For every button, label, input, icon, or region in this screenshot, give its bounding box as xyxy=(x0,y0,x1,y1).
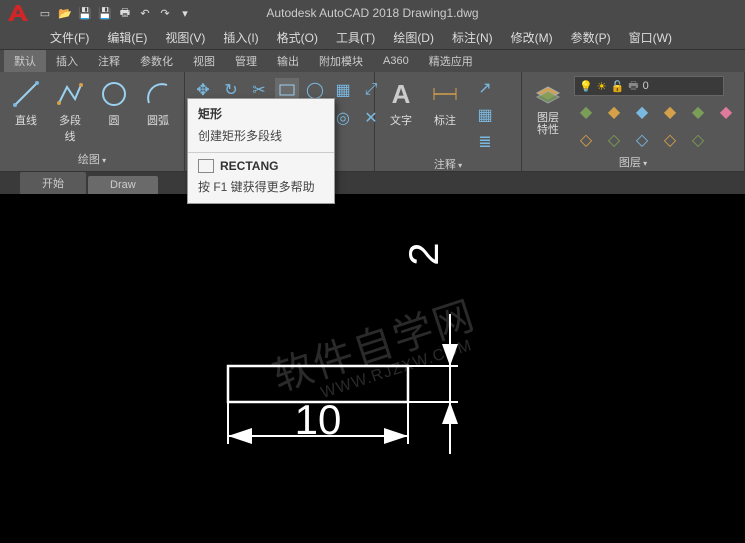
line-label: 直线 xyxy=(15,112,37,128)
ribbon-tab-output[interactable]: 输出 xyxy=(267,50,309,72)
polyline-label: 多段线 xyxy=(54,112,86,144)
drawing-svg: 10 2 xyxy=(0,194,745,543)
tool-line[interactable]: 直线 xyxy=(6,76,46,130)
panel-draw: 直线 多段线 圆 圆弧 绘图 xyxy=(0,72,185,171)
circle-label: 圆 xyxy=(109,112,120,128)
bulb-icon: 💡 xyxy=(579,80,593,93)
layer-prev-icon[interactable]: ◆ xyxy=(714,100,738,124)
menu-window[interactable]: 窗口(W) xyxy=(629,29,672,46)
menu-insert[interactable]: 插入(I) xyxy=(223,29,258,46)
lock-icon: 🔓 xyxy=(611,80,625,93)
panel-layers: 图层 特性 💡 ☀ 🔓 🖶 0 ◆ ◆ ◆ ◆ ◆ xyxy=(522,72,745,171)
qat-new-icon[interactable]: ▭ xyxy=(36,4,54,22)
menu-format[interactable]: 格式(O) xyxy=(277,29,318,46)
arc-label: 圆弧 xyxy=(147,112,169,128)
panel-annotate-label[interactable]: 注释 xyxy=(381,154,515,174)
menu-file[interactable]: 文件(F) xyxy=(50,29,89,46)
layer-unlock-icon[interactable]: ◇ xyxy=(630,128,654,152)
window-title: Autodesk AutoCAD 2018 Drawing1.dwg xyxy=(266,6,478,20)
app-logo[interactable] xyxy=(4,2,32,24)
menu-modify[interactable]: 修改(M) xyxy=(511,29,553,46)
ribbon-tab-addins[interactable]: 附加模块 xyxy=(309,50,373,72)
menu-params[interactable]: 参数(P) xyxy=(571,29,611,46)
table-icon[interactable]: ▦ xyxy=(473,103,497,127)
tool-arc[interactable]: 圆弧 xyxy=(138,76,178,130)
tooltip-title: 矩形 xyxy=(188,99,334,125)
ribbon-tab-default[interactable]: 默认 xyxy=(4,50,46,72)
panel-annotate: A 文字 标注 ↗ ▦ ≣ 注释 xyxy=(375,72,522,171)
text-label: 文字 xyxy=(390,112,412,128)
qat-undo-icon[interactable]: ↶ xyxy=(136,4,154,22)
layer-walk-icon[interactable]: ◇ xyxy=(686,128,710,152)
menu-tools[interactable]: 工具(T) xyxy=(336,29,375,46)
layer-iso-icon[interactable]: ◆ xyxy=(574,100,598,124)
dimension-label: 标注 xyxy=(434,112,456,128)
tooltip-command-row: RECTANG xyxy=(188,153,334,176)
line-icon xyxy=(10,78,42,110)
doc-tab-drawing[interactable]: Draw xyxy=(88,176,158,194)
panel-layers-label[interactable]: 图层 xyxy=(528,152,738,172)
dim-10: 10 xyxy=(295,396,342,443)
menu-edit[interactable]: 编辑(E) xyxy=(107,29,147,46)
leader-icon[interactable]: ↗ xyxy=(473,76,497,100)
layer-properties-icon xyxy=(532,78,564,110)
panel-draw-label[interactable]: 绘图 xyxy=(6,149,178,169)
ribbon: 直线 多段线 圆 圆弧 绘图 ✥ ↻ ✂ ◯ xyxy=(0,72,745,172)
qat-saveas-icon[interactable]: 💾 xyxy=(96,4,114,22)
document-tabs: 开始 Draw xyxy=(0,172,745,194)
sun-icon: ☀ xyxy=(597,80,607,93)
layer-properties-label: 图层 特性 xyxy=(537,112,559,136)
tooltip: 矩形 创建矩形多段线 RECTANG 按 F1 键获得更多帮助 xyxy=(187,98,335,204)
polyline-icon xyxy=(54,78,86,110)
drawing-canvas[interactable]: 软件自学网 WWW.RJZXW.COM 10 2 xyxy=(0,194,745,543)
layer-combo[interactable]: 💡 ☀ 🔓 🖶 0 xyxy=(574,76,724,96)
tooltip-help: 按 F1 键获得更多帮助 xyxy=(188,176,334,203)
current-layer: 0 xyxy=(643,80,649,92)
ribbon-tab-manage[interactable]: 管理 xyxy=(225,50,267,72)
title-bar: ▭ 📂 💾 💾 🖶 ↶ ↷ ▾ Autodesk AutoCAD 2018 Dr… xyxy=(0,0,745,26)
layer-cur-icon[interactable]: ◇ xyxy=(658,128,682,152)
ribbon-tab-annotate[interactable]: 注释 xyxy=(88,50,130,72)
ribbon-tab-insert[interactable]: 插入 xyxy=(46,50,88,72)
qat-redo-icon[interactable]: ↷ xyxy=(156,4,174,22)
menu-bar: 文件(F) 编辑(E) 视图(V) 插入(I) 格式(O) 工具(T) 绘图(D… xyxy=(0,26,745,50)
ribbon-tabs: 默认 插入 注释 参数化 视图 管理 输出 附加模块 A360 精选应用 xyxy=(0,50,745,72)
ribbon-tab-a360[interactable]: A360 xyxy=(373,52,419,70)
doc-tab-start[interactable]: 开始 xyxy=(20,172,86,194)
qat-open-icon[interactable]: 📂 xyxy=(56,4,74,22)
tool-dimension[interactable]: 标注 xyxy=(425,76,465,130)
layer-off-icon[interactable]: ◆ xyxy=(602,100,626,124)
dim-2: 2 xyxy=(400,242,447,265)
menu-dimension[interactable]: 标注(N) xyxy=(452,29,493,46)
tool-text[interactable]: A 文字 xyxy=(381,76,421,130)
tool-layer-properties[interactable]: 图层 特性 xyxy=(528,76,568,138)
mtext-icon[interactable]: ≣ xyxy=(473,130,497,154)
layer-on-icon[interactable]: ◇ xyxy=(574,128,598,152)
layer-freeze-icon[interactable]: ◆ xyxy=(630,100,654,124)
tool-circle[interactable]: 圆 xyxy=(94,76,134,130)
tool-polyline[interactable]: 多段线 xyxy=(50,76,90,146)
layer-thaw-icon[interactable]: ◇ xyxy=(602,128,626,152)
qat-save-icon[interactable]: 💾 xyxy=(76,4,94,22)
quick-access-toolbar: ▭ 📂 💾 💾 🖶 ↶ ↷ ▾ xyxy=(36,4,194,22)
menu-view[interactable]: 视图(V) xyxy=(165,29,205,46)
dimension-icon xyxy=(429,78,461,110)
menu-draw[interactable]: 绘图(D) xyxy=(393,29,434,46)
qat-print-icon[interactable]: 🖶 xyxy=(116,4,134,22)
ribbon-tab-view[interactable]: 视图 xyxy=(183,50,225,72)
tooltip-desc: 创建矩形多段线 xyxy=(188,125,334,152)
layer-match-icon[interactable]: ◆ xyxy=(686,100,710,124)
ribbon-tab-parametric[interactable]: 参数化 xyxy=(130,50,183,72)
arc-icon xyxy=(142,78,174,110)
ribbon-tab-featured[interactable]: 精选应用 xyxy=(419,50,483,72)
circle-icon xyxy=(98,78,130,110)
rectangle-icon xyxy=(198,159,214,173)
text-icon: A xyxy=(385,78,417,110)
print-icon: 🖶 xyxy=(628,77,638,96)
tooltip-command: RECTANG xyxy=(220,159,278,173)
qat-dropdown-icon[interactable]: ▾ xyxy=(176,4,194,22)
layer-lock-icon[interactable]: ◆ xyxy=(658,100,682,124)
